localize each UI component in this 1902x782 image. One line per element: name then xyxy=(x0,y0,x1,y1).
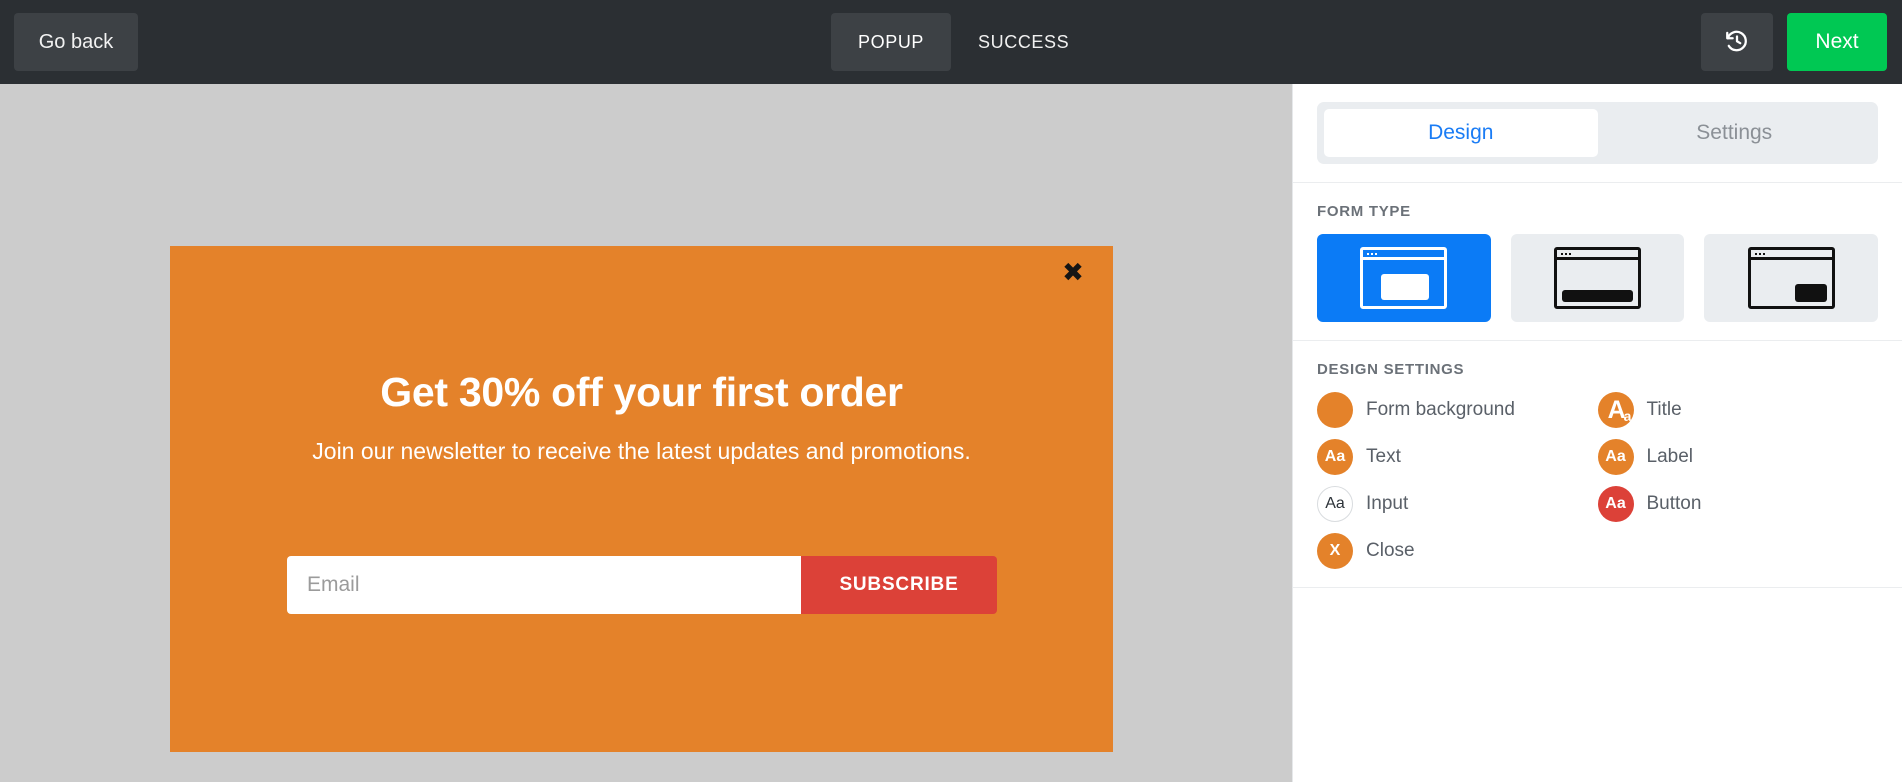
form-type-heading: FORM TYPE xyxy=(1317,203,1411,220)
close-swatch-icon: X xyxy=(1317,533,1353,569)
form-type-options xyxy=(1317,234,1879,322)
tab-design[interactable]: Design xyxy=(1324,109,1598,157)
design-settings-section: DESIGN SETTINGS Form background Aa Title… xyxy=(1293,341,1902,587)
popup-description: Join our newsletter to receive the lates… xyxy=(312,438,971,464)
next-button[interactable]: Next xyxy=(1787,13,1887,71)
setting-form-background[interactable]: Form background xyxy=(1317,392,1598,428)
subscribe-button[interactable]: SUBSCRIBE xyxy=(801,556,997,614)
tab-settings[interactable]: Settings xyxy=(1598,109,1872,157)
step-tab-popup[interactable]: POPUP xyxy=(831,13,952,71)
top-toolbar: Go back POPUP SUCCESS Next xyxy=(0,0,1902,84)
button-swatch-icon: Aa xyxy=(1597,486,1634,522)
design-settings-heading: DESIGN SETTINGS xyxy=(1317,361,1465,378)
form-type-option-bottom-bar[interactable] xyxy=(1510,234,1685,322)
divider-bottom xyxy=(1293,587,1902,588)
text-swatch-icon: Aa xyxy=(1317,439,1353,475)
setting-input[interactable]: Aa Input xyxy=(1317,486,1598,522)
setting-title[interactable]: Aa Title xyxy=(1597,392,1879,428)
setting-label: Title xyxy=(1646,399,1682,420)
setting-text[interactable]: Aa Text xyxy=(1317,439,1598,475)
history-revert-icon xyxy=(1724,28,1750,57)
popup-form-preview[interactable]: ✖ Get 30% off your first order Join our … xyxy=(170,246,1113,752)
corner-box-icon xyxy=(1747,247,1835,309)
history-button[interactable] xyxy=(1701,13,1773,71)
bottom-bar-icon xyxy=(1554,247,1641,309)
label-swatch-icon: Aa xyxy=(1597,439,1634,475)
input-swatch-icon: Aa xyxy=(1317,486,1353,522)
setting-button[interactable]: Aa Button xyxy=(1597,486,1879,522)
setting-label-style[interactable]: Aa Label xyxy=(1597,439,1879,475)
form-background-swatch-icon xyxy=(1317,392,1353,428)
popup-subscribe-form: SUBSCRIBE xyxy=(287,556,997,614)
title-swatch-icon: Aa xyxy=(1597,392,1634,428)
panel-tabs: Design Settings xyxy=(1317,102,1878,164)
design-settings-grid: Form background Aa Title Aa Text Aa Labe… xyxy=(1317,392,1878,569)
step-tabs: POPUP SUCCESS xyxy=(831,13,1096,71)
form-type-option-corner-box[interactable] xyxy=(1704,234,1879,322)
setting-label: Text xyxy=(1366,446,1401,467)
step-tab-success[interactable]: SUCCESS xyxy=(951,13,1096,71)
go-back-button[interactable]: Go back xyxy=(14,13,138,71)
form-type-section: FORM TYPE xyxy=(1293,183,1902,340)
setting-label: Form background xyxy=(1366,399,1515,420)
email-input[interactable] xyxy=(287,556,801,614)
popup-title: Get 30% off your first order xyxy=(380,369,903,415)
setting-label: Close xyxy=(1366,540,1415,561)
setting-label: Button xyxy=(1646,493,1702,514)
editor-side-panel: Design Settings FORM TYPE DESIGN SETTING… xyxy=(1292,84,1902,782)
form-type-option-popup-center[interactable] xyxy=(1317,234,1491,322)
popup-center-icon xyxy=(1360,247,1448,309)
popup-close-icon[interactable]: ✖ xyxy=(1058,258,1088,288)
setting-close[interactable]: X Close xyxy=(1317,533,1598,569)
preview-canvas: ✖ Get 30% off your first order Join our … xyxy=(0,84,1292,782)
setting-label: Label xyxy=(1646,446,1694,467)
setting-label: Input xyxy=(1366,493,1409,514)
